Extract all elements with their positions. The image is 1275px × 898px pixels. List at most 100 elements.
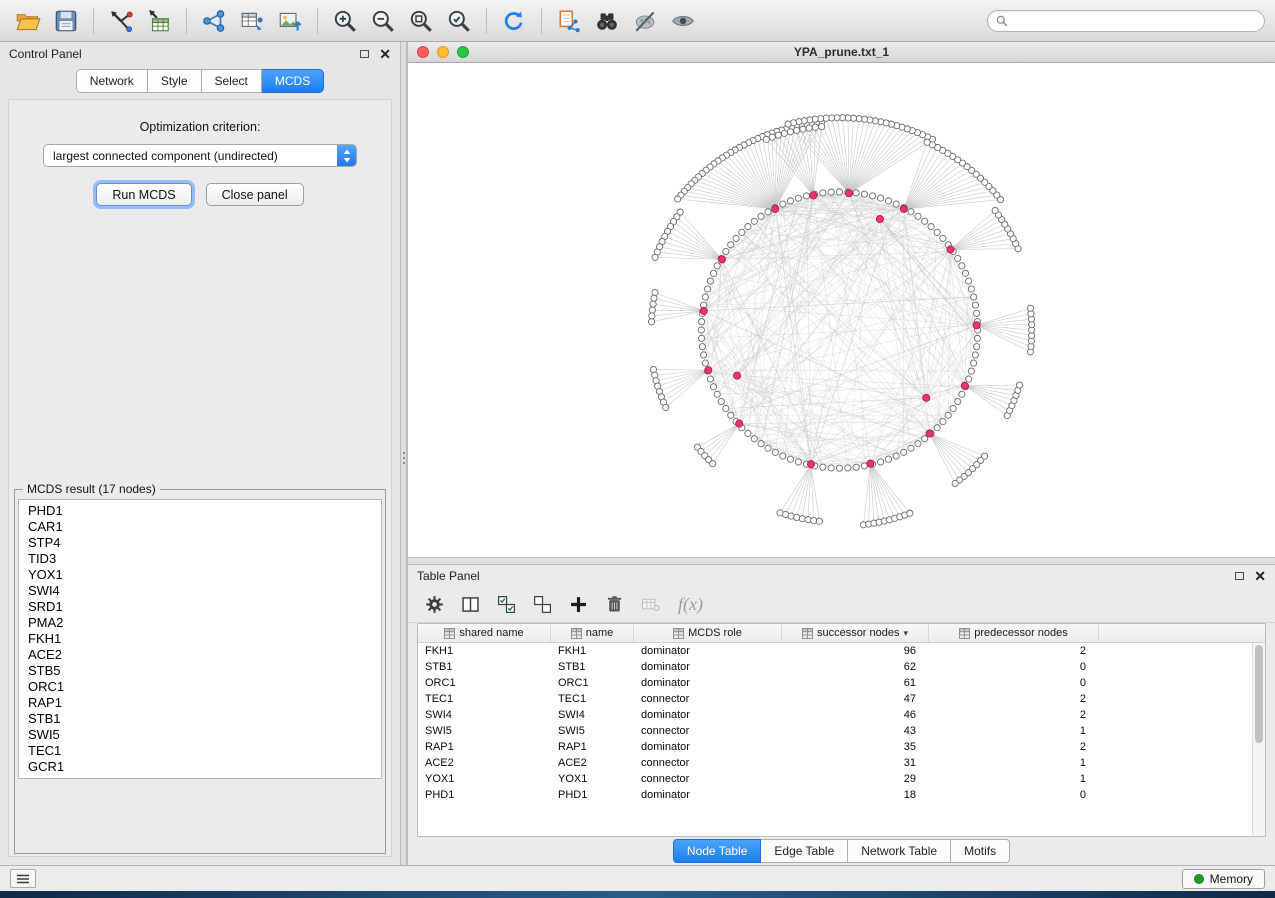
export-image-button[interactable] [272, 4, 308, 38]
mcds-result-item[interactable]: FKH1 [28, 631, 372, 647]
tab-node-table[interactable]: Node Table [673, 839, 762, 863]
mcds-result-item[interactable]: PHD1 [28, 503, 372, 519]
column-header-name[interactable]: name [551, 624, 634, 642]
tab-mcds[interactable]: MCDS [262, 69, 324, 93]
import-table-button[interactable] [141, 4, 177, 38]
zoom-out-button[interactable] [365, 4, 401, 38]
delete-column-button[interactable] [604, 594, 625, 615]
table-row[interactable]: FKH1FKH1dominator962 [418, 643, 1265, 659]
mcds-result-item[interactable]: TEC1 [28, 743, 372, 759]
export-image-icon [277, 8, 303, 34]
table-cell: 1 [929, 725, 1099, 737]
table-cell: dominator [634, 709, 782, 721]
tab-network[interactable]: Network [76, 69, 148, 93]
mcds-result-item[interactable]: GCR1 [28, 759, 372, 775]
minimize-window-button[interactable] [437, 46, 449, 58]
mcds-result-item[interactable]: SWI4 [28, 583, 372, 599]
show-columns-button[interactable] [460, 594, 481, 615]
new-network-button[interactable] [196, 4, 232, 38]
mcds-result-item[interactable]: RAP1 [28, 695, 372, 711]
mcds-result-list[interactable]: PHD1CAR1STP4TID3YOX1SWI4SRD1PMA2FKH1ACE2… [18, 499, 382, 779]
table-row[interactable]: ACE2ACE2connector311 [418, 755, 1265, 771]
maximize-window-button[interactable] [457, 46, 469, 58]
show-hide-button[interactable] [665, 4, 701, 38]
mcds-result-item[interactable]: TID3 [28, 551, 372, 567]
float-panel-icon[interactable] [360, 50, 369, 58]
zoom-fit-button[interactable] [403, 4, 439, 38]
mcds-result-item[interactable]: STP4 [28, 535, 372, 551]
graphics-details-icon [632, 8, 658, 34]
refresh-button[interactable] [496, 4, 532, 38]
mcds-result-item[interactable]: CAR1 [28, 519, 372, 535]
table-row[interactable]: TEC1TEC1connector472 [418, 691, 1265, 707]
zoom-selected-button[interactable] [441, 4, 477, 38]
column-header-shared-name[interactable]: shared name [418, 624, 551, 642]
close-mcds-panel-button[interactable]: Close panel [206, 183, 304, 206]
table-cell: 2 [929, 645, 1099, 657]
column-header-MCDS-role[interactable]: MCDS role [634, 624, 782, 642]
tab-style[interactable]: Style [148, 69, 202, 93]
tab-edge-table[interactable]: Edge Table [761, 839, 848, 863]
table-row[interactable]: ORC1ORC1dominator610 [418, 675, 1265, 691]
column-header-successor-nodes[interactable]: successor nodes▾ [782, 624, 929, 642]
table-row[interactable]: SWI5SWI5connector431 [418, 723, 1265, 739]
table-row[interactable]: RAP1RAP1dominator352 [418, 739, 1265, 755]
close-window-button[interactable] [417, 46, 429, 58]
table-scrollbar[interactable] [1252, 643, 1265, 836]
copy-network-button[interactable] [551, 4, 587, 38]
table-row[interactable]: YOX1YOX1connector291 [418, 771, 1265, 787]
scrollbar-thumb[interactable] [1255, 645, 1263, 743]
select-all-button[interactable] [496, 594, 517, 615]
close-panel-icon[interactable]: ✕ [379, 49, 391, 59]
open-folder-icon [15, 8, 41, 34]
mcds-result-item[interactable]: SRD1 [28, 599, 372, 615]
network-canvas[interactable] [408, 63, 1275, 557]
table-cell: connector [634, 725, 782, 737]
import-network-button[interactable] [103, 4, 139, 38]
horizontal-splitter[interactable] [407, 557, 1275, 565]
mcds-result-item[interactable]: PMA2 [28, 615, 372, 631]
open-file-button[interactable] [10, 4, 46, 38]
table-settings-button[interactable] [424, 594, 445, 615]
table-cell: SWI4 [551, 709, 634, 721]
column-header-predecessor-nodes[interactable]: predecessor nodes [929, 624, 1099, 642]
table-cell: 2 [929, 709, 1099, 721]
mcds-result-item[interactable]: STB1 [28, 711, 372, 727]
save-button[interactable] [48, 4, 84, 38]
vertical-splitter[interactable] [400, 42, 407, 865]
table-row[interactable]: STB1STB1dominator620 [418, 659, 1265, 675]
mcds-result-item[interactable]: YOX1 [28, 567, 372, 583]
mcds-result-item[interactable]: SWI5 [28, 727, 372, 743]
mcds-result-item[interactable]: ACE2 [28, 647, 372, 663]
tab-select[interactable]: Select [202, 69, 262, 93]
optimization-select[interactable]: largest connected component (undirected) [43, 144, 357, 167]
toolbar-separator [93, 8, 94, 34]
table-cell: TEC1 [551, 693, 634, 705]
memory-button[interactable]: Memory [1182, 869, 1265, 889]
new-table-button[interactable] [234, 4, 270, 38]
mcds-result-item[interactable]: STB5 [28, 663, 372, 679]
table-cell: dominator [634, 789, 782, 801]
table-cell: FKH1 [551, 645, 634, 657]
deselect-all-button[interactable] [532, 594, 553, 615]
zoom-in-button[interactable] [327, 4, 363, 38]
mcds-result-item[interactable]: ORC1 [28, 679, 372, 695]
close-table-panel-icon[interactable]: ✕ [1254, 571, 1266, 581]
search-input[interactable] [1013, 14, 1256, 28]
tab-network-table[interactable]: Network Table [848, 839, 951, 863]
table-cell: PHD1 [551, 789, 634, 801]
network-titlebar: YPA_prune.txt_1 [408, 42, 1275, 63]
tab-motifs[interactable]: Motifs [951, 839, 1010, 863]
float-table-panel-icon[interactable] [1235, 572, 1244, 580]
memory-status-dot [1194, 874, 1204, 884]
table-cell: 0 [929, 789, 1099, 801]
table-row[interactable]: SWI4SWI4dominator462 [418, 707, 1265, 723]
graphics-details-button[interactable] [627, 4, 663, 38]
table-row[interactable]: PHD1PHD1dominator180 [418, 787, 1265, 803]
run-mcds-button[interactable]: Run MCDS [96, 183, 191, 206]
table-cell: 1 [929, 773, 1099, 785]
search-network-button[interactable] [589, 4, 625, 38]
node-table: shared namenameMCDS rolesuccessor nodes▾… [417, 623, 1266, 837]
status-menu-button[interactable] [10, 869, 36, 888]
add-column-button[interactable] [568, 594, 589, 615]
